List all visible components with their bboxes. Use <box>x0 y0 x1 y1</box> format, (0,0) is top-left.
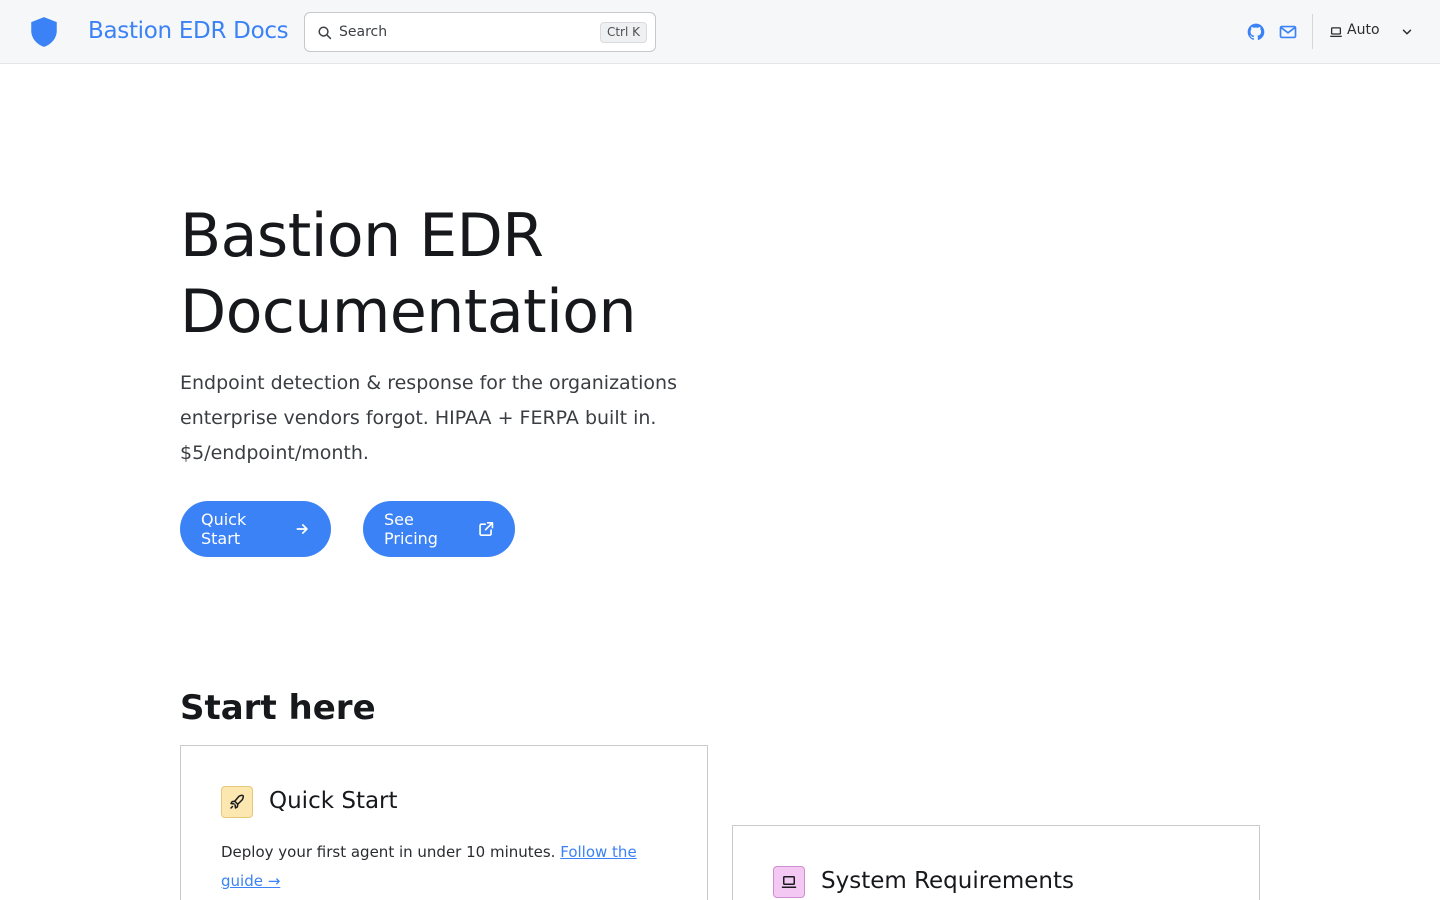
quick-start-card-description: Deploy your first agent in under 10 minu… <box>221 843 556 861</box>
top-navbar: Bastion EDR Docs Search Ctrl K Auto <box>0 0 1440 64</box>
external-link-icon <box>478 521 493 537</box>
hero-tagline: Endpoint detection & response for the or… <box>180 372 677 464</box>
search-placeholder: Search <box>339 24 388 40</box>
chevron-down-icon <box>1402 29 1412 35</box>
search-shortcut-badge: Ctrl K <box>599 22 647 43</box>
theme-select[interactable]: Auto <box>1326 19 1422 45</box>
laptop-icon <box>773 866 805 898</box>
system-requirements-card-title: System Requirements <box>821 868 1074 894</box>
see-pricing-button-label: See Pricing <box>384 510 438 548</box>
theme-select-value: Auto <box>1347 22 1380 38</box>
quick-start-card[interactable]: Quick Start Deploy your first agent in u… <box>180 745 708 900</box>
quick-start-card-title: Quick Start <box>269 788 398 814</box>
header-divider <box>1312 14 1313 49</box>
github-icon[interactable] <box>1246 22 1266 42</box>
search-input[interactable]: Search Ctrl K <box>304 12 656 52</box>
start-here-heading: Start here <box>180 688 376 728</box>
quick-start-card-text: Deploy your first agent in under 10 minu… <box>221 838 671 896</box>
arrow-right-icon <box>296 524 308 534</box>
mail-icon[interactable] <box>1278 22 1298 42</box>
site-title[interactable]: Bastion EDR Docs <box>88 18 289 44</box>
see-pricing-button[interactable]: See Pricing <box>363 501 515 557</box>
hero-title: Bastion EDR Documentation <box>180 201 637 347</box>
quick-start-button[interactable]: Quick Start <box>180 501 331 557</box>
laptop-icon <box>1330 27 1342 38</box>
shield-icon[interactable] <box>27 15 61 49</box>
system-requirements-card[interactable]: System Requirements <box>732 825 1260 900</box>
search-icon <box>318 26 332 40</box>
rocket-icon <box>221 786 253 818</box>
quick-start-button-label: Quick Start <box>201 510 247 548</box>
